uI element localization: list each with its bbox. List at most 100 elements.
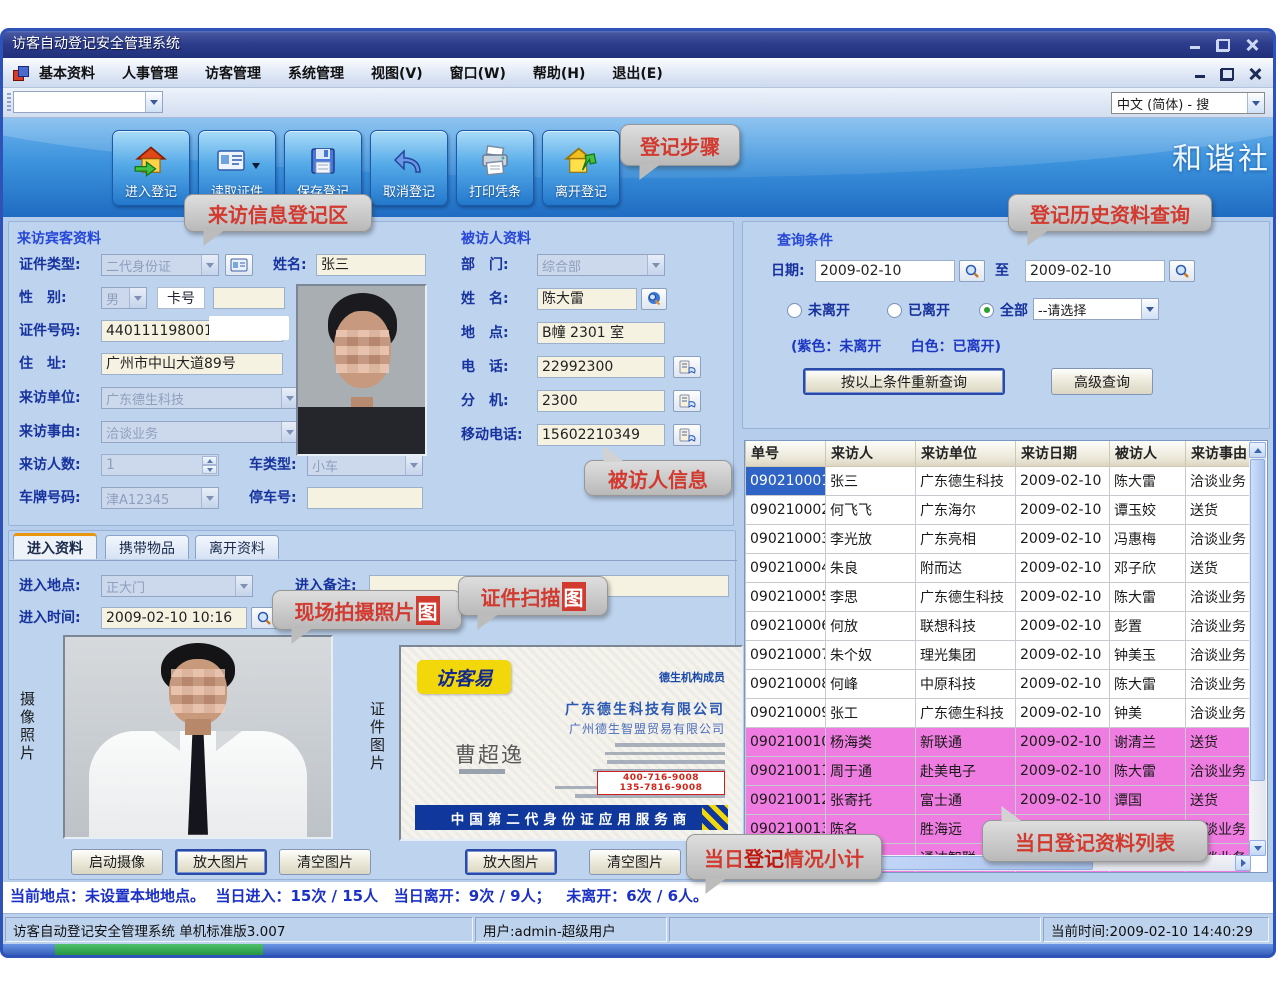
cell-date[interactable]: 2009-02-10 [1016,756,1110,785]
menu-item[interactable]: 人事管理 [122,63,178,83]
col-header[interactable]: 来访单位 [916,441,1016,466]
cell-date[interactable]: 2009-02-10 [1016,611,1110,640]
cell-date[interactable]: 2009-02-10 [1016,466,1110,495]
cell-id[interactable]: 090210006 [746,611,826,640]
cell-host[interactable]: 陈大雷 [1110,669,1186,698]
cell-visitor[interactable]: 何飞飞 [826,495,916,524]
phone-input[interactable]: 22992300 [537,356,665,378]
cell-id[interactable]: 090210003 [746,524,826,553]
date-to-input[interactable]: 2009-02-10 [1025,260,1165,282]
tab-entry-info[interactable]: 进入资料 [13,533,97,559]
spin-up-icon[interactable] [202,456,217,465]
cell-reason[interactable]: 洽谈业务 [1186,524,1251,553]
gender-select[interactable]: 男 [101,287,147,309]
table-row[interactable]: 090210009 张工 广东德生科技 2009-02-10 钟美 洽谈业务 [746,698,1251,727]
clear-photo-button[interactable]: 清空图片 [279,849,371,875]
dept-select[interactable]: 综合部 [537,254,665,276]
cell-reason[interactable]: 洽谈业务 [1186,582,1251,611]
cell-host[interactable]: 钟美玉 [1110,640,1186,669]
col-header[interactable]: 来访日期 [1016,441,1110,466]
visit-reason-select[interactable]: 洽谈业务 [101,421,299,443]
address-input[interactable]: 广州市中山大道89号 [101,353,283,375]
cell-reason[interactable]: 洽谈业务 [1186,756,1251,785]
chevron-down-icon[interactable] [1247,93,1264,113]
visited-name-input[interactable]: 陈大雷 [537,288,637,310]
table-row[interactable]: 090210011 周于通 赴美电子 2009-02-10 陈大雷 洽谈业务 [746,756,1251,785]
menu-item[interactable]: 帮助(H) [533,63,586,83]
tab-carried-items[interactable]: 携带物品 [105,535,189,559]
tab-leave-info[interactable]: 离开资料 [195,535,279,559]
mobile-input[interactable]: 15602210349 [537,424,665,446]
date-from-picker-button[interactable] [959,260,985,282]
table-row[interactable]: 090210007 朱个奴 理光集团 2009-02-10 钟美玉 洽谈业务 [746,640,1251,669]
cell-date[interactable]: 2009-02-10 [1016,727,1110,756]
call-ext-button[interactable] [673,390,701,412]
cell-date[interactable]: 2009-02-10 [1016,495,1110,524]
cell-date[interactable]: 2009-02-10 [1016,582,1110,611]
cell-unit[interactable]: 赴美电子 [916,756,1016,785]
visitor-name-input[interactable]: 张三 [316,254,426,276]
cell-visitor[interactable]: 李光放 [826,524,916,553]
cell-visitor[interactable]: 李思 [826,582,916,611]
cell-host[interactable]: 陈大雷 [1110,756,1186,785]
cell-visitor[interactable]: 何峰 [826,669,916,698]
radio-all[interactable]: 全部 [979,300,1028,320]
chevron-down-icon[interactable] [145,92,162,112]
entry-time-input[interactable]: 2009-02-10 10:16 [101,607,247,629]
cell-visitor[interactable]: 张寄托 [826,785,916,814]
date-to-picker-button[interactable] [1169,260,1195,282]
cell-id[interactable]: 090210009 [746,698,826,727]
cell-unit[interactable]: 广东德生科技 [916,698,1016,727]
mdi-minimize-button[interactable] [1191,64,1209,80]
table-row[interactable]: 090210005 李思 广东德生科技 2009-02-10 陈大雷 洽谈业务 [746,582,1251,611]
scroll-thumb[interactable] [1250,459,1265,781]
menu-item[interactable]: 基本资料 [39,63,95,83]
mdi-close-button[interactable] [1245,64,1263,80]
table-row[interactable]: 090210006 何放 联想科技 2009-02-10 彭置 洽谈业务 [746,611,1251,640]
cell-date[interactable]: 2009-02-10 [1016,785,1110,814]
menu-item[interactable]: 退出(E) [612,63,662,83]
close-button[interactable] [1242,35,1260,51]
menu-item[interactable]: 窗口(W) [450,63,506,83]
ext-input[interactable]: 2300 [537,390,665,412]
cell-reason[interactable]: 洽谈业务 [1186,669,1251,698]
cell-host[interactable]: 谭国 [1110,785,1186,814]
advanced-query-button[interactable]: 高级查询 [1051,368,1153,395]
cell-unit[interactable]: 中原科技 [916,669,1016,698]
table-row[interactable]: 090210003 李光放 广东亮相 2009-02-10 冯惠梅 洽谈业务 [746,524,1251,553]
cell-date[interactable]: 2009-02-10 [1016,553,1110,582]
cell-unit[interactable]: 广东亮相 [916,524,1016,553]
toolbar-grip[interactable] [7,93,11,113]
cell-visitor[interactable]: 朱个奴 [826,640,916,669]
call-mobile-button[interactable] [673,424,701,446]
search-person-button[interactable] [641,288,667,310]
cell-unit[interactable]: 广东德生科技 [916,582,1016,611]
col-header[interactable]: 单号 [746,441,826,466]
cell-reason[interactable]: 送货 [1186,553,1251,582]
call-phone-button[interactable] [673,356,701,378]
cell-host[interactable]: 钟美 [1110,698,1186,727]
print-ticket-button[interactable]: 打印凭条 [456,130,534,206]
filter-select[interactable]: --请选择 [1033,298,1159,320]
cell-host[interactable]: 陈大雷 [1110,582,1186,611]
cell-date[interactable]: 2009-02-10 [1016,698,1110,727]
cell-id[interactable]: 090210010 [746,727,826,756]
cell-unit[interactable]: 理光集团 [916,640,1016,669]
cell-id[interactable]: 090210007 [746,640,826,669]
scroll-down-button[interactable] [1249,840,1266,856]
cell-visitor[interactable]: 杨海类 [826,727,916,756]
cell-reason[interactable]: 送货 [1186,727,1251,756]
zoom-card-button[interactable]: 放大图片 [465,849,557,875]
minimize-button[interactable] [1186,35,1204,51]
cell-visitor[interactable]: 周于通 [826,756,916,785]
cell-host[interactable]: 彭置 [1110,611,1186,640]
cell-reason[interactable]: 洽谈业务 [1186,466,1251,495]
cell-id[interactable]: 090210008 [746,669,826,698]
title-bar[interactable]: 访客自动登记安全管理系统 [2,28,1274,58]
zoom-photo-button[interactable]: 放大图片 [175,849,267,875]
read-card-button[interactable] [225,254,253,276]
toolbar-combobox[interactable] [13,91,163,113]
cell-host[interactable]: 冯惠梅 [1110,524,1186,553]
cell-reason[interactable]: 送货 [1186,495,1251,524]
requery-button[interactable]: 按以上条件重新查询 [803,368,1005,395]
